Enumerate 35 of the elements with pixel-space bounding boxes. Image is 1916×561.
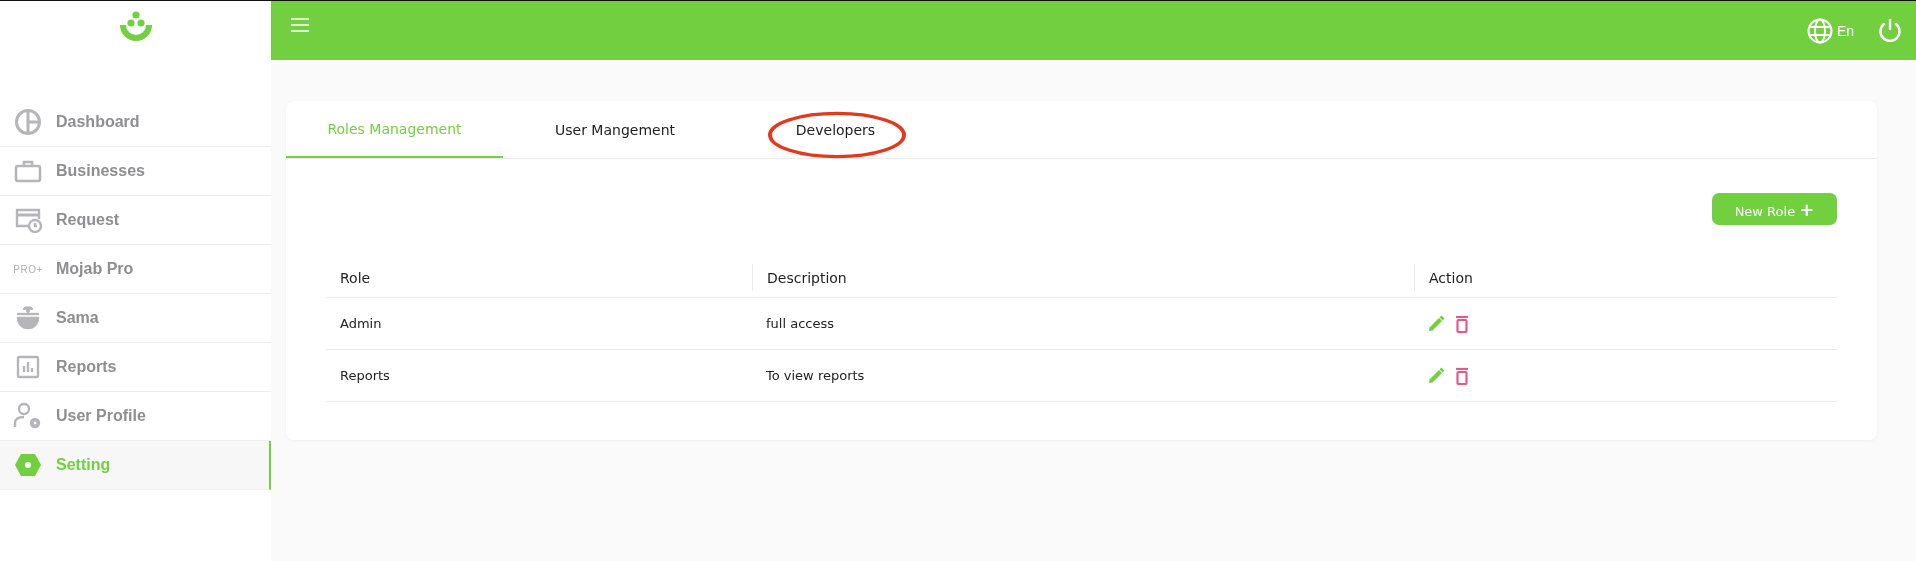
chart-icon — [14, 108, 42, 136]
table-cell-text: full access — [765, 316, 835, 331]
tab[interactable]: Roles Management — [286, 101, 503, 158]
column-header: Action — [1414, 264, 1473, 291]
sidebar-item[interactable]: Request — [0, 196, 271, 245]
sidebar-item[interactable]: PRO+ Mojab Pro — [0, 245, 271, 294]
gift-bowl-icon — [15, 306, 41, 330]
briefcase-icon — [14, 159, 42, 183]
pencil-icon[interactable] — [1428, 315, 1445, 332]
card-clock-icon — [14, 207, 42, 233]
pro-label: PRO+ — [13, 263, 43, 275]
power-icon[interactable] — [1878, 17, 1902, 44]
tab[interactable]: User Mangement — [503, 101, 727, 158]
sidebar-item[interactable]: Sama — [0, 294, 271, 343]
table-cell-text: Reports — [339, 368, 391, 383]
sidebar-item[interactable]: Dashboard — [0, 98, 271, 147]
column-header: Role — [339, 268, 372, 288]
logo-icon — [117, 11, 154, 44]
user-gear-icon — [13, 402, 43, 430]
trash-icon[interactable] — [1455, 314, 1469, 333]
tab[interactable]: Developers — [727, 101, 944, 158]
sidebar-item[interactable]: Businesses — [0, 147, 271, 196]
language-button[interactable]: En — [1806, 17, 1854, 44]
globe-icon — [1806, 17, 1833, 44]
menu-icon[interactable] — [291, 18, 309, 32]
trash-icon[interactable] — [1455, 366, 1469, 385]
bar-chart-icon — [16, 355, 40, 379]
column-header: Description — [752, 264, 1414, 291]
table-cell-text: Admin — [339, 316, 383, 331]
hexagon-icon — [14, 453, 42, 477]
sidebar-item[interactable]: Reports — [0, 343, 271, 392]
sidebar-item[interactable]: Setting — [0, 441, 271, 490]
pencil-icon[interactable] — [1428, 367, 1445, 384]
new-role-button[interactable]: New Role + — [1712, 193, 1837, 225]
table-cell-text: To view reports — [765, 368, 866, 383]
